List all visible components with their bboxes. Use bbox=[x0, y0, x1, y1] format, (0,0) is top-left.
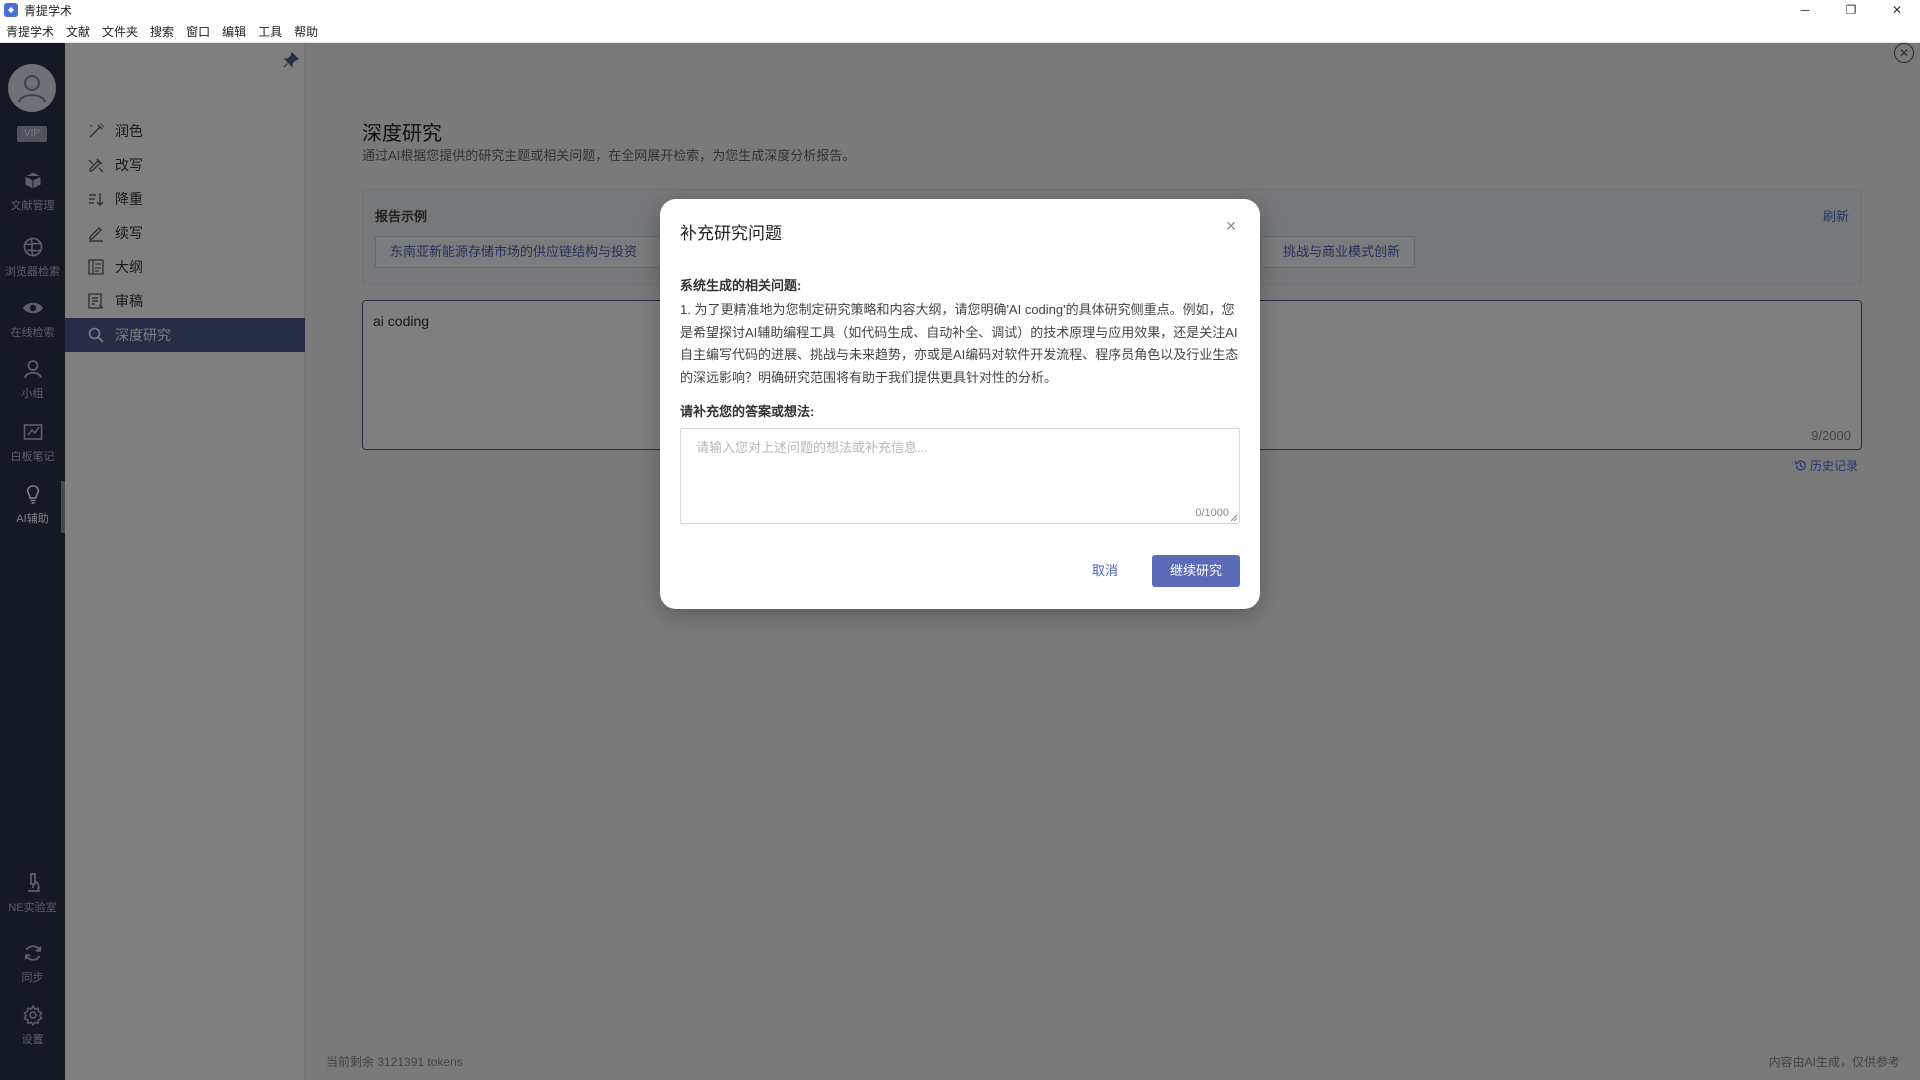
menu-window[interactable]: 窗口 bbox=[186, 23, 210, 40]
window-title: 青提学术 bbox=[24, 3, 73, 18]
resize-grip-icon[interactable] bbox=[1230, 514, 1238, 522]
menu-edit[interactable]: 编辑 bbox=[222, 23, 246, 40]
menu-tools[interactable]: 工具 bbox=[258, 23, 282, 40]
title-bar: 青提学术 ─ ❐ ✕ bbox=[0, 0, 1920, 20]
answer-char-count: 0/1000 bbox=[1195, 507, 1229, 519]
supplement-questions-dialog: 补充研究问题 × 系统生成的相关问题: 1. 为了更精准地为您制定研究策略和内容… bbox=[660, 199, 1260, 609]
cancel-button[interactable]: 取消 bbox=[1080, 555, 1130, 587]
continue-research-button[interactable]: 继续研究 bbox=[1152, 555, 1240, 587]
app-logo-icon bbox=[4, 3, 18, 17]
generated-question: 1. 为了更精准地为您制定研究策略和内容大纲，请您明确'AI coding'的具… bbox=[680, 302, 1239, 385]
answer-label: 请补充您的答案或想法: bbox=[680, 404, 815, 419]
menu-literature[interactable]: 文献 bbox=[66, 23, 90, 40]
answer-textarea[interactable]: 请输入您对上述问题的想法或补充信息... 0/1000 bbox=[680, 428, 1240, 524]
restore-button[interactable]: ❐ bbox=[1828, 0, 1874, 20]
menu-app[interactable]: 青提学术 bbox=[6, 23, 54, 40]
window-controls: ─ ❐ ✕ bbox=[1782, 0, 1920, 20]
menu-help[interactable]: 帮助 bbox=[294, 23, 318, 40]
menu-bar: 青提学术 文献 文件夹 搜索 窗口 编辑 工具 帮助 bbox=[0, 20, 1920, 43]
menu-search[interactable]: 搜索 bbox=[150, 23, 174, 40]
answer-placeholder: 请输入您对上述问题的想法或补充信息... bbox=[696, 440, 928, 455]
menu-folder[interactable]: 文件夹 bbox=[102, 23, 138, 40]
close-icon[interactable]: × bbox=[1222, 217, 1240, 235]
close-window-button[interactable]: ✕ bbox=[1874, 0, 1920, 20]
minimize-button[interactable]: ─ bbox=[1782, 0, 1828, 20]
dialog-title: 补充研究问题 bbox=[680, 224, 782, 243]
questions-label: 系统生成的相关问题: bbox=[680, 278, 802, 293]
